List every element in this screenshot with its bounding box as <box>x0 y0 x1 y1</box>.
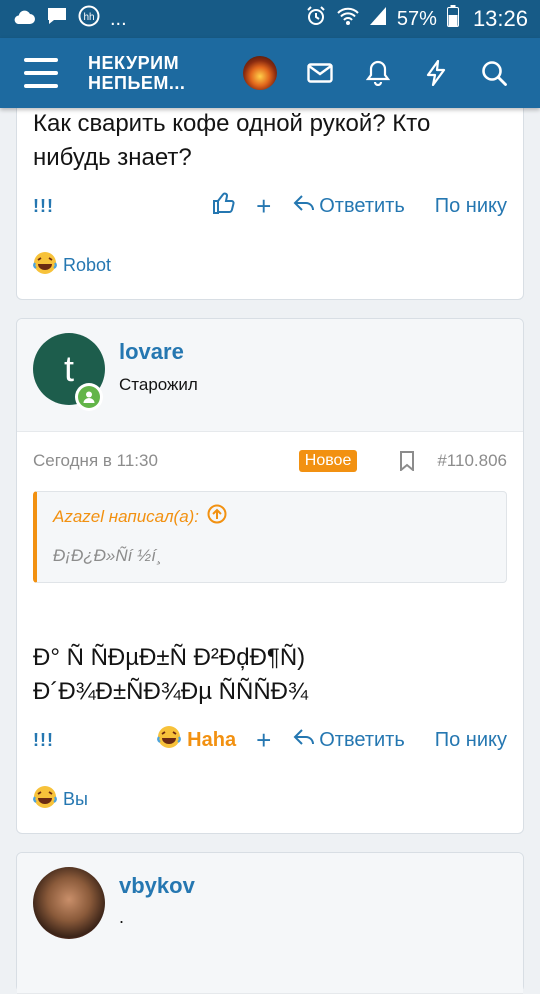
post-text-line: Đ´Đ¾Đ±ÑĐ¾Đµ ÑÑÑĐ¾ <box>33 678 309 705</box>
more-options-button[interactable]: !!! <box>33 196 54 217</box>
lightning-icon[interactable] <box>421 58 451 88</box>
reaction-user[interactable]: Вы <box>63 789 88 810</box>
wifi-icon <box>337 6 359 32</box>
battery-percent: 57% <box>396 7 437 30</box>
user-title: . <box>119 907 125 927</box>
logo-line-1: НЕКУРИМ <box>88 53 180 73</box>
online-status-icon <box>75 383 103 411</box>
cloud-icon <box>12 8 36 31</box>
quote-block: Azazel написал(a): Đ¡Đ¿Đ»Ñí ½í¸ <box>33 491 507 583</box>
reply-label: Ответить <box>319 194 405 217</box>
user-avatar[interactable] <box>243 56 277 90</box>
post-text-line: Как сварить кофе одной рукой? Кто <box>33 110 431 137</box>
reactions-summary[interactable]: Вы <box>33 785 88 814</box>
post-text-line: нибудь знает? <box>33 144 192 171</box>
user-header: t lovare Старожил <box>17 319 523 432</box>
post-date[interactable]: Сегодня в 11:30 <box>33 451 158 471</box>
status-dots: ... <box>110 7 127 30</box>
user-header: vbykov . <box>17 853 523 994</box>
app-header: НЕКУРИМ НЕПЬЕМ... <box>0 38 540 108</box>
more-options-button[interactable]: !!! <box>33 730 54 751</box>
alarm-icon <box>305 5 327 33</box>
site-logo[interactable]: НЕКУРИМ НЕПЬЕМ... <box>88 53 238 93</box>
reactions-summary[interactable]: Robot <box>33 251 111 280</box>
reaction-user[interactable]: Robot <box>63 255 111 276</box>
logo-line-2: НЕПЬЕМ... <box>88 73 186 93</box>
post-card: vbykov . <box>16 852 524 994</box>
post-number[interactable]: #110.806 <box>437 451 507 471</box>
reply-icon <box>293 194 315 218</box>
message-icon <box>46 6 68 32</box>
quote-text: Đ¡Đ¿Đ»Ñí ½í¸ <box>53 546 162 565</box>
mail-icon[interactable] <box>305 58 335 88</box>
reply-button[interactable]: Ответить <box>293 728 405 752</box>
arrow-up-circle-icon[interactable] <box>207 504 227 529</box>
reply-label: Ответить <box>319 728 405 751</box>
hh-icon: hh <box>78 5 100 33</box>
thumbs-up-icon[interactable] <box>212 191 236 221</box>
laughing-emoji-icon <box>33 785 57 814</box>
reply-icon <box>293 728 315 752</box>
signal-icon <box>369 6 387 32</box>
clock: 13:26 <box>472 6 528 31</box>
laughing-emoji-icon <box>157 725 182 755</box>
avatar[interactable] <box>33 867 105 939</box>
by-nick-button[interactable]: По нику <box>435 729 507 752</box>
post-body: Как сварить кофе одной рукой? Кто нибудь… <box>33 107 430 175</box>
add-reaction-button[interactable]: + <box>256 727 271 753</box>
bookmark-icon[interactable] <box>399 451 415 471</box>
quote-author: Azazel написал(a): <box>53 506 200 526</box>
laughing-emoji-icon <box>33 251 57 280</box>
menu-icon[interactable] <box>24 58 58 88</box>
svg-text:hh: hh <box>83 12 94 23</box>
user-title: Старожил <box>119 375 198 394</box>
reaction-label: Haha <box>187 728 237 751</box>
post-card: Как сварить кофе одной рукой? Кто нибудь… <box>16 80 524 300</box>
status-bar: hh ... 57% 13:26 <box>0 0 540 38</box>
quote-header[interactable]: Azazel написал(a): <box>53 504 227 529</box>
username[interactable]: lovare <box>119 339 184 365</box>
username[interactable]: vbykov <box>119 873 195 899</box>
post-body: Đ° Ñ ÑĐµĐ±Ñ Đ²ĐḑĐ¶Ñ) Đ´Đ¾Đ±ÑĐ¾Đµ ÑÑÑĐ¾ <box>33 641 308 709</box>
search-icon[interactable] <box>479 58 509 88</box>
reaction-button[interactable]: Haha <box>157 725 236 755</box>
battery-icon <box>446 5 459 33</box>
post-text-line: Đ° Ñ ÑĐµĐ±Ñ Đ²ĐḑĐ¶Ñ) <box>33 644 306 671</box>
by-nick-button[interactable]: По нику <box>435 195 507 218</box>
post-actions: !!! Haha + Ответить По нику <box>33 725 507 755</box>
add-reaction-button[interactable]: + <box>256 193 271 219</box>
post-actions: !!! + Ответить По нику <box>33 191 507 221</box>
bell-icon[interactable] <box>363 58 393 88</box>
reply-button[interactable]: Ответить <box>293 194 405 218</box>
post-card: t lovare Старожил Сегодня в 11:30 Новое … <box>16 318 524 834</box>
status-badge: Новое <box>298 450 358 472</box>
post-meta: Сегодня в 11:30 Новое #110.806 <box>33 449 507 473</box>
